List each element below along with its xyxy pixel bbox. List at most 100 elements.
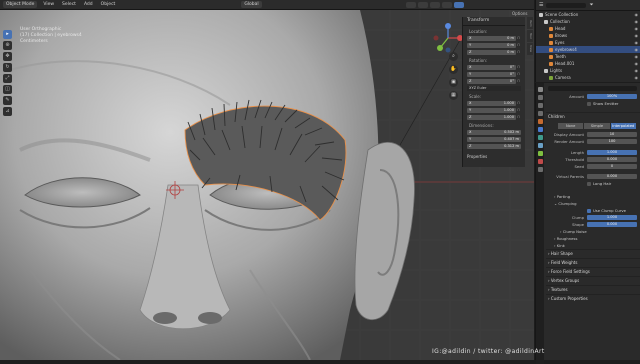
- annotate-icon[interactable]: ✎: [3, 96, 12, 105]
- outliner-display-mode-icon[interactable]: ☰: [539, 2, 543, 8]
- shading-solid-button[interactable]: [454, 1, 464, 8]
- location-z-field[interactable]: Z0 m: [467, 49, 516, 55]
- select-icon[interactable]: ▸: [3, 30, 12, 39]
- menu-select[interactable]: Select: [60, 2, 78, 7]
- children-none-option[interactable]: None: [558, 123, 585, 129]
- seed-field[interactable]: 0: [587, 164, 637, 169]
- outliner-row[interactable]: Lights ◉: [536, 67, 640, 74]
- physics-tab-icon[interactable]: [537, 143, 543, 148]
- hair-shape-panel[interactable]: › Hair Shape: [546, 249, 640, 258]
- children-simple-option[interactable]: Simple: [584, 123, 611, 129]
- lock-icon[interactable]: ⊓: [516, 115, 521, 119]
- menu-object[interactable]: Object: [99, 2, 118, 7]
- lock-icon[interactable]: ⊓: [516, 43, 521, 47]
- threshold-field[interactable]: 0.000: [587, 157, 637, 162]
- data-tab-icon[interactable]: [537, 151, 543, 156]
- navigation-gizmo[interactable]: [432, 22, 464, 54]
- rotation-z-field[interactable]: Z 0°: [467, 78, 516, 84]
- location-y-field[interactable]: Y0 m: [467, 42, 516, 48]
- clump-field[interactable]: 1.000: [587, 215, 637, 220]
- outliner-row[interactable]: Head.001 ◉: [536, 60, 640, 67]
- scale-z-field[interactable]: Z 1.000: [467, 114, 516, 120]
- outliner-row[interactable]: Scene Collection ◉: [536, 11, 640, 18]
- transform-icon[interactable]: ◫: [3, 85, 12, 94]
- parting-subpanel[interactable]: › Parting: [546, 193, 640, 200]
- measure-icon[interactable]: ⊿: [3, 107, 12, 116]
- properties-search-input[interactable]: [548, 85, 637, 91]
- modifier-tab-icon[interactable]: [537, 127, 543, 132]
- transform-orientation-dropdown[interactable]: Global: [241, 1, 262, 8]
- zoom-icon[interactable]: ⌕: [449, 52, 458, 61]
- texture-tab-icon[interactable]: [537, 167, 543, 172]
- lock-icon[interactable]: ⊓: [516, 108, 521, 112]
- visibility-eye-icon[interactable]: ◉: [635, 60, 639, 67]
- visibility-eye-icon[interactable]: ◉: [635, 39, 639, 46]
- show-emitter-checkbox[interactable]: [587, 101, 591, 106]
- snap-toggle[interactable]: [406, 1, 416, 8]
- visibility-eye-icon[interactable]: ◉: [635, 18, 639, 25]
- properties-subpanel[interactable]: Properties: [467, 154, 521, 159]
- tab-view[interactable]: View: [527, 43, 533, 55]
- outliner-row[interactable]: Head ◉: [536, 25, 640, 32]
- lock-icon[interactable]: ⊓: [516, 50, 521, 54]
- visibility-eye-icon[interactable]: ◉: [635, 46, 639, 53]
- tab-tool[interactable]: Tool: [527, 30, 533, 42]
- outliner-row[interactable]: Brows ◉: [536, 32, 640, 39]
- outliner-row[interactable]: Camera ◉: [536, 74, 640, 81]
- render-amount-field[interactable]: 100: [587, 139, 637, 144]
- cursor-icon[interactable]: ⊕: [3, 41, 12, 50]
- tab-item[interactable]: Item: [527, 17, 533, 29]
- outliner-row[interactable]: Collection ◉: [536, 18, 640, 25]
- lock-icon[interactable]: ⊓: [516, 36, 521, 40]
- virtual-parents-field[interactable]: 0.000: [587, 174, 637, 179]
- dimension-z-field[interactable]: Z 0.312 m: [467, 143, 521, 149]
- outliner-row[interactable]: Teeth ◉: [536, 53, 640, 60]
- scale-y-field[interactable]: Y 1.000: [467, 107, 516, 113]
- rotation-mode-dropdown[interactable]: XYZ Euler: [467, 86, 521, 91]
- filter-icon[interactable]: ⏷: [589, 2, 593, 8]
- roughness-subpanel[interactable]: › Roughness: [546, 235, 640, 242]
- material-tab-icon[interactable]: [537, 159, 543, 164]
- clump-noise-subpanel[interactable]: › Clump Noise: [546, 228, 640, 235]
- children-panel-header[interactable]: Children: [546, 112, 640, 121]
- pan-hand-icon[interactable]: ✋: [449, 65, 458, 74]
- tool-tab-icon[interactable]: [537, 87, 543, 92]
- mode-selector[interactable]: Object Mode: [3, 1, 38, 8]
- dimension-y-field[interactable]: Y 0.407 m: [467, 136, 521, 142]
- length-field[interactable]: 1.000: [587, 150, 637, 155]
- visibility-eye-icon[interactable]: ◉: [635, 74, 639, 81]
- menu-add[interactable]: Add: [82, 2, 95, 7]
- lock-icon[interactable]: ⊓: [516, 101, 521, 105]
- output-tab-icon[interactable]: [537, 103, 543, 108]
- lock-icon[interactable]: ⊓: [516, 65, 521, 69]
- overlays-toggle[interactable]: [430, 1, 440, 8]
- shape-field[interactable]: 0.000: [587, 222, 637, 227]
- visibility-eye-icon[interactable]: ◉: [635, 67, 639, 74]
- outliner-row[interactable]: eyebrows4 ◉: [536, 46, 640, 53]
- clumping-subpanel[interactable]: ⌄ Clumping: [546, 200, 640, 207]
- amount-field[interactable]: 100%: [587, 94, 637, 99]
- scene-tab-icon[interactable]: [537, 111, 543, 116]
- location-x-field[interactable]: X0 m: [467, 35, 516, 41]
- vertex-groups-panel[interactable]: › Vertex Groups: [546, 276, 640, 285]
- display-amount-field[interactable]: 10: [587, 132, 637, 137]
- render-tab-icon[interactable]: [537, 95, 543, 100]
- outliner-row[interactable]: Eyes ◉: [536, 39, 640, 46]
- visibility-eye-icon[interactable]: ◉: [635, 11, 639, 18]
- visibility-eye-icon[interactable]: ◉: [635, 53, 639, 60]
- particles-tab-icon[interactable]: [537, 135, 543, 140]
- visibility-eye-icon[interactable]: ◉: [635, 25, 639, 32]
- xray-toggle[interactable]: [442, 1, 452, 8]
- options-dropdown[interactable]: Options: [512, 11, 527, 16]
- outliner-search-input[interactable]: [546, 2, 587, 8]
- kink-subpanel[interactable]: › Kink: [546, 242, 640, 249]
- object-tab-icon[interactable]: [537, 119, 543, 124]
- use-clump-curve-checkbox[interactable]: [587, 208, 591, 213]
- scale-x-field[interactable]: X 1.000: [467, 100, 516, 106]
- proportional-edit-toggle[interactable]: [418, 1, 428, 8]
- long-hair-checkbox[interactable]: [587, 181, 591, 186]
- grid-view-icon[interactable]: ▦: [449, 91, 458, 100]
- lock-icon[interactable]: ⊓: [516, 72, 521, 76]
- menu-view[interactable]: View: [41, 2, 56, 7]
- force-field-settings-panel[interactable]: › Force Field Settings: [546, 267, 640, 276]
